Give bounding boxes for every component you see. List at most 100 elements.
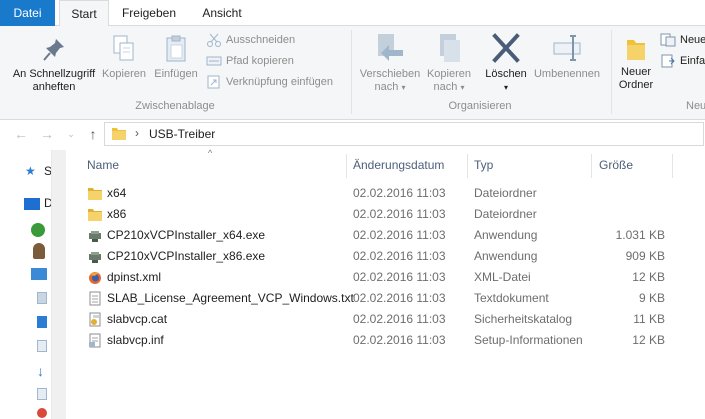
move-to-button[interactable]: Verschieben nach ▾ xyxy=(356,32,424,94)
tab-share[interactable]: Freigeben xyxy=(113,0,185,26)
copy-to-label-line1: Kopieren xyxy=(426,68,472,80)
file-type: Anwendung xyxy=(474,228,538,242)
up-arrow-icon[interactable]: ↑ xyxy=(84,125,102,143)
column-divider[interactable] xyxy=(591,154,592,178)
rename-button[interactable]: Umbenennen xyxy=(530,32,604,81)
file-type: Dateiordner xyxy=(474,186,537,200)
paste-label: Einfügen xyxy=(154,68,198,80)
folder-icon xyxy=(88,188,102,200)
forward-arrow-icon[interactable]: → xyxy=(38,125,56,143)
clipboard-group-label: Zwischenablage xyxy=(135,100,215,112)
rename-label: Umbenennen xyxy=(533,68,601,80)
file-size: 9 KB xyxy=(638,291,665,305)
navigation-pane: ★ S D ↓ xyxy=(0,150,66,419)
tab-start[interactable]: Start xyxy=(59,0,109,27)
column-divider[interactable] xyxy=(346,154,347,178)
new-item-button[interactable]: Neue xyxy=(660,31,705,49)
file-name: x86 xyxy=(107,207,127,221)
folder-icon xyxy=(112,128,126,140)
tab-file[interactable]: Datei xyxy=(0,0,55,26)
address-bar[interactable]: › USB-Treiber xyxy=(104,122,704,146)
file-date: 02.02.2016 11:03 xyxy=(353,291,446,305)
file-date: 02.02.2016 11:03 xyxy=(353,186,446,200)
file-type: Dateiordner xyxy=(474,207,537,221)
folder-icon xyxy=(88,209,102,221)
file-row[interactable]: CP210xVCPInstaller_x86.exe 02.02.2016 11… xyxy=(78,246,678,267)
copy-path-button[interactable]: Pfad kopieren xyxy=(206,52,294,70)
rename-icon xyxy=(553,35,581,61)
file-date: 02.02.2016 11:03 xyxy=(353,270,446,284)
new-group-label: Neu xyxy=(686,100,705,112)
column-divider[interactable] xyxy=(467,154,468,178)
cut-button[interactable]: Ausschneiden xyxy=(206,31,295,49)
column-header-name[interactable]: Name xyxy=(87,150,345,180)
file-size: 12 KB xyxy=(632,270,665,284)
desktop-item[interactable]: D xyxy=(22,196,53,214)
file-date: 02.02.2016 11:03 xyxy=(353,207,446,221)
star-icon: ★ xyxy=(25,164,36,178)
delete-button[interactable]: Löschen ▾ xyxy=(480,32,532,94)
file-list: ^ Name Änderungsdatum Typ Größe x64 02.0… xyxy=(66,148,705,419)
this-pc-icon[interactable] xyxy=(31,268,47,280)
videos-icon[interactable] xyxy=(37,408,47,418)
delete-x-icon xyxy=(492,33,520,63)
column-header-date[interactable]: Änderungsdatum xyxy=(353,150,468,180)
back-arrow-icon[interactable]: ← xyxy=(12,125,30,143)
quick-access-item[interactable]: ★ S xyxy=(22,164,52,182)
breadcrumb-usb-treiber[interactable]: USB-Treiber xyxy=(149,127,215,141)
breadcrumb-chevron-icon[interactable]: › xyxy=(135,126,139,140)
column-header-type[interactable]: Typ xyxy=(474,150,589,180)
down-arrow-icon[interactable]: ↓ xyxy=(37,364,47,378)
file-row[interactable]: x64 02.02.2016 11:03 Dateiordner xyxy=(78,183,678,204)
navigation-pane-scrollbar[interactable] xyxy=(51,150,66,419)
file-row[interactable]: dpinst.xml 02.02.2016 11:03 XML-Datei 12… xyxy=(78,267,678,288)
documents-icon[interactable] xyxy=(37,316,47,328)
move-to-icon xyxy=(378,34,403,61)
copy-button[interactable]: Kopieren xyxy=(100,34,148,81)
file-row[interactable]: SLAB_License_Agreement_VCP_Windows.txt 0… xyxy=(78,288,678,309)
new-item-icon xyxy=(660,33,676,47)
file-date: 02.02.2016 11:03 xyxy=(353,312,446,326)
group-divider xyxy=(611,30,612,114)
user-icon[interactable] xyxy=(33,243,45,259)
pin-label-line1: An Schnellzugriff xyxy=(12,68,96,80)
ribbon: An Schnellzugriff anheften Kopieren Einf… xyxy=(0,26,705,120)
file-size: 909 KB xyxy=(625,249,665,263)
file-row[interactable]: slabvcp.inf 02.02.2016 11:03 Setup-Infor… xyxy=(78,330,678,351)
easy-access-label: Einfa xyxy=(680,55,705,67)
recent-locations-chevron-icon[interactable]: ⌄ xyxy=(62,125,80,143)
pictures-icon[interactable] xyxy=(37,292,47,304)
file-date: 02.02.2016 11:03 xyxy=(353,228,446,242)
group-divider xyxy=(351,30,352,114)
pin-quick-access-button[interactable]: An Schnellzugriff anheften xyxy=(4,36,104,94)
tab-view[interactable]: Ansicht xyxy=(192,0,252,26)
chevron-down-icon: ▾ xyxy=(460,83,465,92)
file-row[interactable]: slabvcp.cat 02.02.2016 11:03 Sicherheits… xyxy=(78,309,678,330)
delete-label: Löschen xyxy=(485,68,527,80)
new-folder-label-line1: Neuer xyxy=(621,66,651,78)
easy-access-button[interactable]: Einfa xyxy=(660,52,705,70)
column-divider[interactable] xyxy=(672,154,673,178)
move-to-label-line1: Verschieben xyxy=(359,68,421,80)
file-row[interactable]: x86 02.02.2016 11:03 Dateiordner xyxy=(78,204,678,225)
paste-shortcut-button[interactable]: Verknüpfung einfügen xyxy=(206,73,333,91)
file-size: 1.031 KB xyxy=(615,228,665,242)
onedrive-check-icon[interactable] xyxy=(31,223,45,237)
music-icon[interactable] xyxy=(37,388,47,400)
column-header-size[interactable]: Größe xyxy=(599,150,669,180)
pin-icon xyxy=(43,39,64,61)
paste-icon xyxy=(166,35,186,62)
paste-button[interactable]: Einfügen xyxy=(152,34,200,81)
installer-icon xyxy=(89,252,101,263)
ribbon-tab-bar: Datei Start Freigeben Ansicht xyxy=(0,0,705,27)
downloads-icon[interactable] xyxy=(37,340,47,352)
file-row[interactable]: CP210xVCPInstaller_x64.exe 02.02.2016 11… xyxy=(78,225,678,246)
move-to-label-line2: nach xyxy=(374,81,399,93)
copy-to-button[interactable]: Kopieren nach ▾ xyxy=(422,32,476,94)
file-type: Anwendung xyxy=(474,249,538,263)
copy-label: Kopieren xyxy=(101,68,147,80)
copy-icon xyxy=(113,35,134,61)
new-folder-button[interactable]: Neuer Ordner xyxy=(614,36,658,92)
file-size: 12 KB xyxy=(632,333,665,347)
desktop-icon xyxy=(24,198,40,210)
